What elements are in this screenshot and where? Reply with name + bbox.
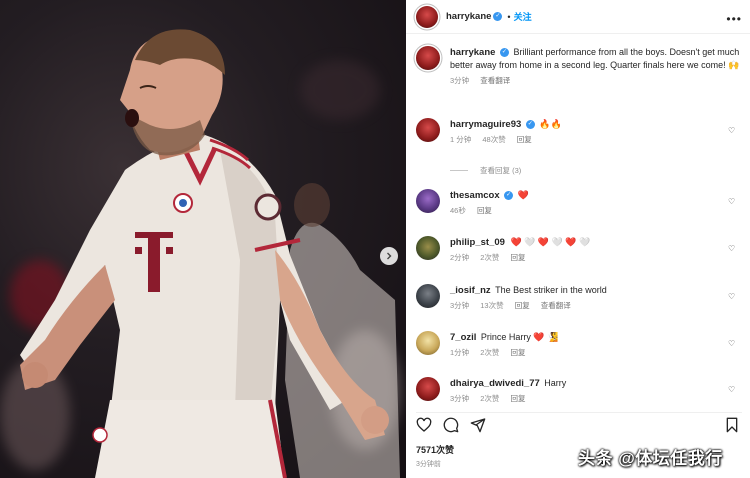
instagram-post-view: harrykane ✓ • 关注 ••• harrykane ✓ Brillia… (0, 0, 750, 478)
avatar[interactable] (416, 118, 440, 142)
comment-likes[interactable]: 13次赞 (480, 301, 503, 310)
avatar[interactable] (416, 46, 440, 70)
more-horizontal-icon[interactable]: ••• (726, 12, 742, 26)
comment-text: The Best striker in the world (495, 285, 607, 295)
comment-likes[interactable]: 2次赞 (480, 348, 499, 357)
avatar[interactable] (416, 236, 440, 260)
comment-time: 1 分钟 (450, 135, 472, 144)
comment-row: _iosif_nz The Best striker in the world … (416, 284, 742, 311)
verified-badge-icon: ✓ (499, 48, 509, 58)
post-action-bar (416, 412, 742, 434)
avatar[interactable] (416, 5, 438, 28)
comment-username[interactable]: philip_st_09 (450, 237, 505, 248)
send-icon[interactable] (470, 417, 486, 433)
follow-button[interactable]: 关注 (514, 10, 532, 23)
caption-time: 3分钟 (450, 76, 470, 85)
comment-username[interactable]: thesamcox (450, 190, 500, 201)
caption-meta: 3分钟 查看翻译 (450, 75, 742, 86)
like-comment-heart-icon[interactable]: ♡ (728, 244, 736, 253)
post-details-panel: harrykane ✓ • 关注 ••• harrykane ✓ Brillia… (406, 0, 750, 478)
comment-text: Harry (544, 378, 567, 388)
view-replies-label: 查看回复 (3) (480, 166, 522, 175)
reply-button[interactable]: 回复 (511, 253, 526, 262)
comment-time: 46秒 (450, 206, 466, 215)
comment-row: thesamcox ✓ ❤️ 46秒 回复 ♡ (416, 189, 742, 216)
reply-button[interactable]: 回复 (477, 206, 492, 215)
comment-row: philip_st_09 ❤️ 🤍 ❤️ 🤍 ❤️ 🤍 2分钟 2次赞 回复 ♡ (416, 236, 742, 263)
like-comment-heart-icon[interactable]: ♡ (728, 197, 736, 206)
comment-username[interactable]: harrymaguire93 (450, 119, 521, 130)
verified-badge-icon: ✓ (493, 12, 503, 21)
replies-divider (450, 170, 468, 171)
comment-likes[interactable]: 2次赞 (480, 394, 499, 403)
post-timestamp: 3分钟前 (416, 461, 441, 468)
translate-button[interactable]: 查看翻译 (541, 301, 571, 310)
bookmark-icon[interactable] (724, 417, 740, 433)
comment-text: Prince Harry ❤️ 🧏 (480, 332, 559, 342)
comment-text: ❤️ (517, 190, 529, 200)
post-header: harrykane ✓ • 关注 ••• (406, 0, 750, 34)
comment-row: dhairya_dwivedi_77 Harry 3分钟 2次赞 回复 ♡ (416, 377, 742, 404)
chevron-right-icon (387, 252, 392, 260)
watermark: 头条 @体坛任我行 (578, 449, 723, 468)
comment-text: 🔥🔥 (539, 119, 562, 129)
comment-username[interactable]: 7_ozil (450, 332, 476, 343)
next-image-button[interactable] (380, 247, 398, 265)
comment-time: 3分钟 (450, 394, 470, 403)
comment-username[interactable]: dhairya_dwivedi_77 (450, 378, 540, 389)
comment-likes[interactable]: 2次赞 (480, 253, 499, 262)
caption-row: harrykane ✓ Brilliant performance from a… (416, 46, 742, 86)
like-comment-heart-icon[interactable]: ♡ (728, 385, 736, 394)
reply-button[interactable]: 回复 (511, 348, 526, 357)
comment-time: 2分钟 (450, 253, 470, 262)
post-photo (0, 0, 406, 478)
translate-button[interactable]: 查看翻译 (480, 76, 510, 85)
header-username[interactable]: harrykane (446, 11, 491, 22)
verified-badge-icon: ✓ (525, 120, 535, 130)
caption-username[interactable]: harrykane (450, 47, 495, 58)
comment-text: ❤️ 🤍 ❤️ 🤍 ❤️ 🤍 (510, 237, 591, 247)
comment-time: 1分钟 (450, 348, 470, 357)
heart-icon[interactable] (416, 417, 432, 433)
reply-button[interactable]: 回复 (511, 394, 526, 403)
comment-row: harrymaguire93 ✓ 🔥🔥 1 分钟 48次赞 回复 ♡ (416, 118, 742, 145)
comment-likes[interactable]: 48次赞 (482, 135, 505, 144)
view-replies-button[interactable]: 查看回复 (3) (450, 165, 521, 176)
verified-badge-icon: ✓ (504, 191, 514, 201)
comment-username[interactable]: _iosif_nz (450, 285, 491, 296)
player-illustration (20, 29, 400, 478)
like-comment-heart-icon[interactable]: ♡ (728, 339, 736, 348)
like-comment-heart-icon[interactable]: ♡ (728, 292, 736, 301)
reply-button[interactable]: 回复 (517, 135, 532, 144)
separator-dot: • (507, 11, 511, 22)
avatar[interactable] (416, 189, 440, 213)
avatar[interactable] (416, 377, 440, 401)
like-comment-heart-icon[interactable]: ♡ (728, 126, 736, 135)
reply-button[interactable]: 回复 (515, 301, 530, 310)
avatar[interactable] (416, 284, 440, 308)
comment-time: 3分钟 (450, 301, 470, 310)
likes-count[interactable]: 7571次赞 (416, 443, 454, 456)
comment-row: 7_ozil Prince Harry ❤️ 🧏 1分钟 2次赞 回复 ♡ (416, 331, 742, 358)
comment-icon[interactable] (443, 417, 459, 433)
avatar[interactable] (416, 331, 440, 355)
